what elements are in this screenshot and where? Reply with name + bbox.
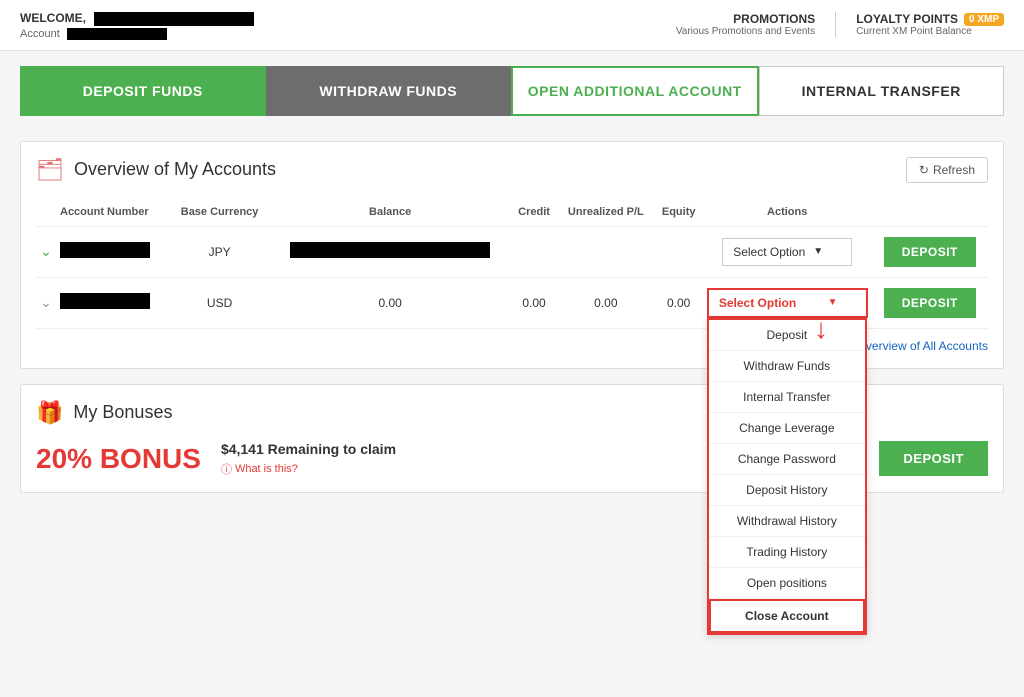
welcome-text: WELCOME, <box>20 10 254 26</box>
accounts-section-header: 🗂 Overview of My Accounts ↻ Refresh <box>36 157 988 183</box>
col-account-number: Account Number <box>56 198 170 227</box>
gift-icon: 🎁 <box>36 400 63 426</box>
main-content: 🗂 Overview of My Accounts ↻ Refresh Acco… <box>0 131 1024 503</box>
info-icon: ⓘ <box>221 461 232 477</box>
row1-dropdown-arrow: ▼ <box>813 246 823 257</box>
promotions-block: PROMOTIONS Various Promotions and Events <box>676 12 836 37</box>
col-balance: Balance <box>269 198 511 227</box>
open-account-button[interactable]: OPEN ADDITIONAL ACCOUNT <box>511 66 759 116</box>
accounts-table: Account Number Base Currency Balance Cre… <box>36 198 988 329</box>
col-actions: Actions <box>703 198 872 227</box>
deposit-funds-button[interactable]: DEPOSIT FUNDS <box>20 66 266 116</box>
accounts-title-area: 🗂 Overview of My Accounts <box>36 157 276 183</box>
row1-balance <box>290 242 490 258</box>
welcome-label: WELCOME, <box>20 11 86 25</box>
loyalty-block: LOYALTY POINTS 0 XMP Current XM Point Ba… <box>856 12 1004 37</box>
bonus-remaining-label: Remaining to claim <box>268 441 396 457</box>
row1-select-box[interactable]: Select Option ▼ <box>722 238 852 266</box>
username-redacted <box>94 12 254 26</box>
row1-unrealized-pl <box>557 226 654 277</box>
withdraw-funds-button[interactable]: WITHDRAW FUNDS <box>266 66 512 116</box>
row2-dropdown-arrow: ▼ <box>828 297 838 308</box>
row2-credit: 0.00 <box>511 277 557 328</box>
col-unrealized-pl: Unrealized P/L <box>557 198 654 227</box>
dropdown-item-withdraw[interactable]: Withdraw Funds <box>709 351 865 382</box>
loyalty-title: LOYALTY POINTS 0 XMP <box>856 12 1004 26</box>
accounts-section: 🗂 Overview of My Accounts ↻ Refresh Acco… <box>20 141 1004 369</box>
row1-chevron-icon[interactable]: ⌄ <box>40 243 52 259</box>
header-right: PROMOTIONS Various Promotions and Events… <box>676 12 1004 37</box>
account-row: Account <box>20 28 254 40</box>
dropdown-item-change-password[interactable]: Change Password <box>709 444 865 475</box>
dropdown-item-close-account[interactable]: Close Account <box>709 599 865 633</box>
header-left: WELCOME, Account <box>20 10 254 40</box>
table-row: ⌄ JPY Select Option ▼ <box>36 226 988 277</box>
refresh-button[interactable]: ↻ Refresh <box>906 157 988 183</box>
row1-deposit-button[interactable]: DEPOSIT <box>884 237 976 267</box>
row2-dropdown-menu: Deposit Withdraw Funds Internal Transfer… <box>707 318 867 635</box>
promotions-sub: Various Promotions and Events <box>676 26 815 37</box>
nav-buttons: DEPOSIT FUNDS WITHDRAW FUNDS OPEN ADDITI… <box>0 51 1024 131</box>
col-base-currency: Base Currency <box>170 198 270 227</box>
col-credit: Credit <box>511 198 557 227</box>
row2-deposit-button[interactable]: DEPOSIT <box>884 288 976 318</box>
dropdown-item-deposit[interactable]: Deposit <box>709 320 865 351</box>
loyalty-sub: Current XM Point Balance <box>856 26 972 37</box>
accounts-table-wrapper: Account Number Base Currency Balance Cre… <box>36 198 988 329</box>
row2-balance: 0.00 <box>269 277 511 328</box>
dropdown-item-internal-transfer[interactable]: Internal Transfer <box>709 382 865 413</box>
bonus-deposit-button[interactable]: DEPOSIT <box>879 441 988 476</box>
bonus-amount: $4,141 <box>221 441 264 457</box>
bonuses-title: My Bonuses <box>73 402 172 423</box>
account-number-redacted <box>67 28 167 40</box>
dropdown-item-change-leverage[interactable]: Change Leverage <box>709 413 865 444</box>
header: WELCOME, Account PROMOTIONS Various Prom… <box>0 0 1024 51</box>
loyalty-badge: 0 XMP <box>964 13 1004 26</box>
row2-select-dropdown-container: Select Option ▼ Deposit Withdraw Funds I… <box>707 288 868 318</box>
bonus-percent: 20% BONUS <box>36 443 201 475</box>
row1-credit <box>511 226 557 277</box>
row1-equity <box>655 226 703 277</box>
promotions-title: PROMOTIONS <box>676 12 815 26</box>
table-row: ⌄ USD 0.00 0.00 0.00 0.00 Select Option … <box>36 277 988 328</box>
bonus-left: 20% BONUS <box>36 443 201 475</box>
row1-select-dropdown: Select Option ▼ <box>722 238 852 266</box>
accounts-section-title: Overview of My Accounts <box>74 159 276 180</box>
row2-unrealized-pl: 0.00 <box>557 277 654 328</box>
briefcase-icon: 🗂 <box>36 157 64 183</box>
row1-account-number <box>60 242 150 258</box>
dropdown-item-open-positions[interactable]: Open positions <box>709 568 865 599</box>
row1-currency: JPY <box>170 226 270 277</box>
account-label: Account <box>20 28 60 40</box>
row2-account-number <box>60 293 150 309</box>
dropdown-item-trading-history[interactable]: Trading History <box>709 537 865 568</box>
bonus-right: DEPOSIT <box>879 441 988 476</box>
row2-equity: 0.00 <box>655 277 703 328</box>
row2-chevron-icon[interactable]: ⌄ <box>40 294 52 310</box>
dropdown-item-withdrawal-history[interactable]: Withdrawal History <box>709 506 865 537</box>
col-equity: Equity <box>655 198 703 227</box>
refresh-icon: ↻ <box>919 163 929 177</box>
dropdown-item-deposit-history[interactable]: Deposit History <box>709 475 865 506</box>
row2-select-box[interactable]: Select Option ▼ <box>707 288 868 318</box>
internal-transfer-button[interactable]: INTERNAL TRANSFER <box>759 66 1005 116</box>
row2-currency: USD <box>170 277 270 328</box>
